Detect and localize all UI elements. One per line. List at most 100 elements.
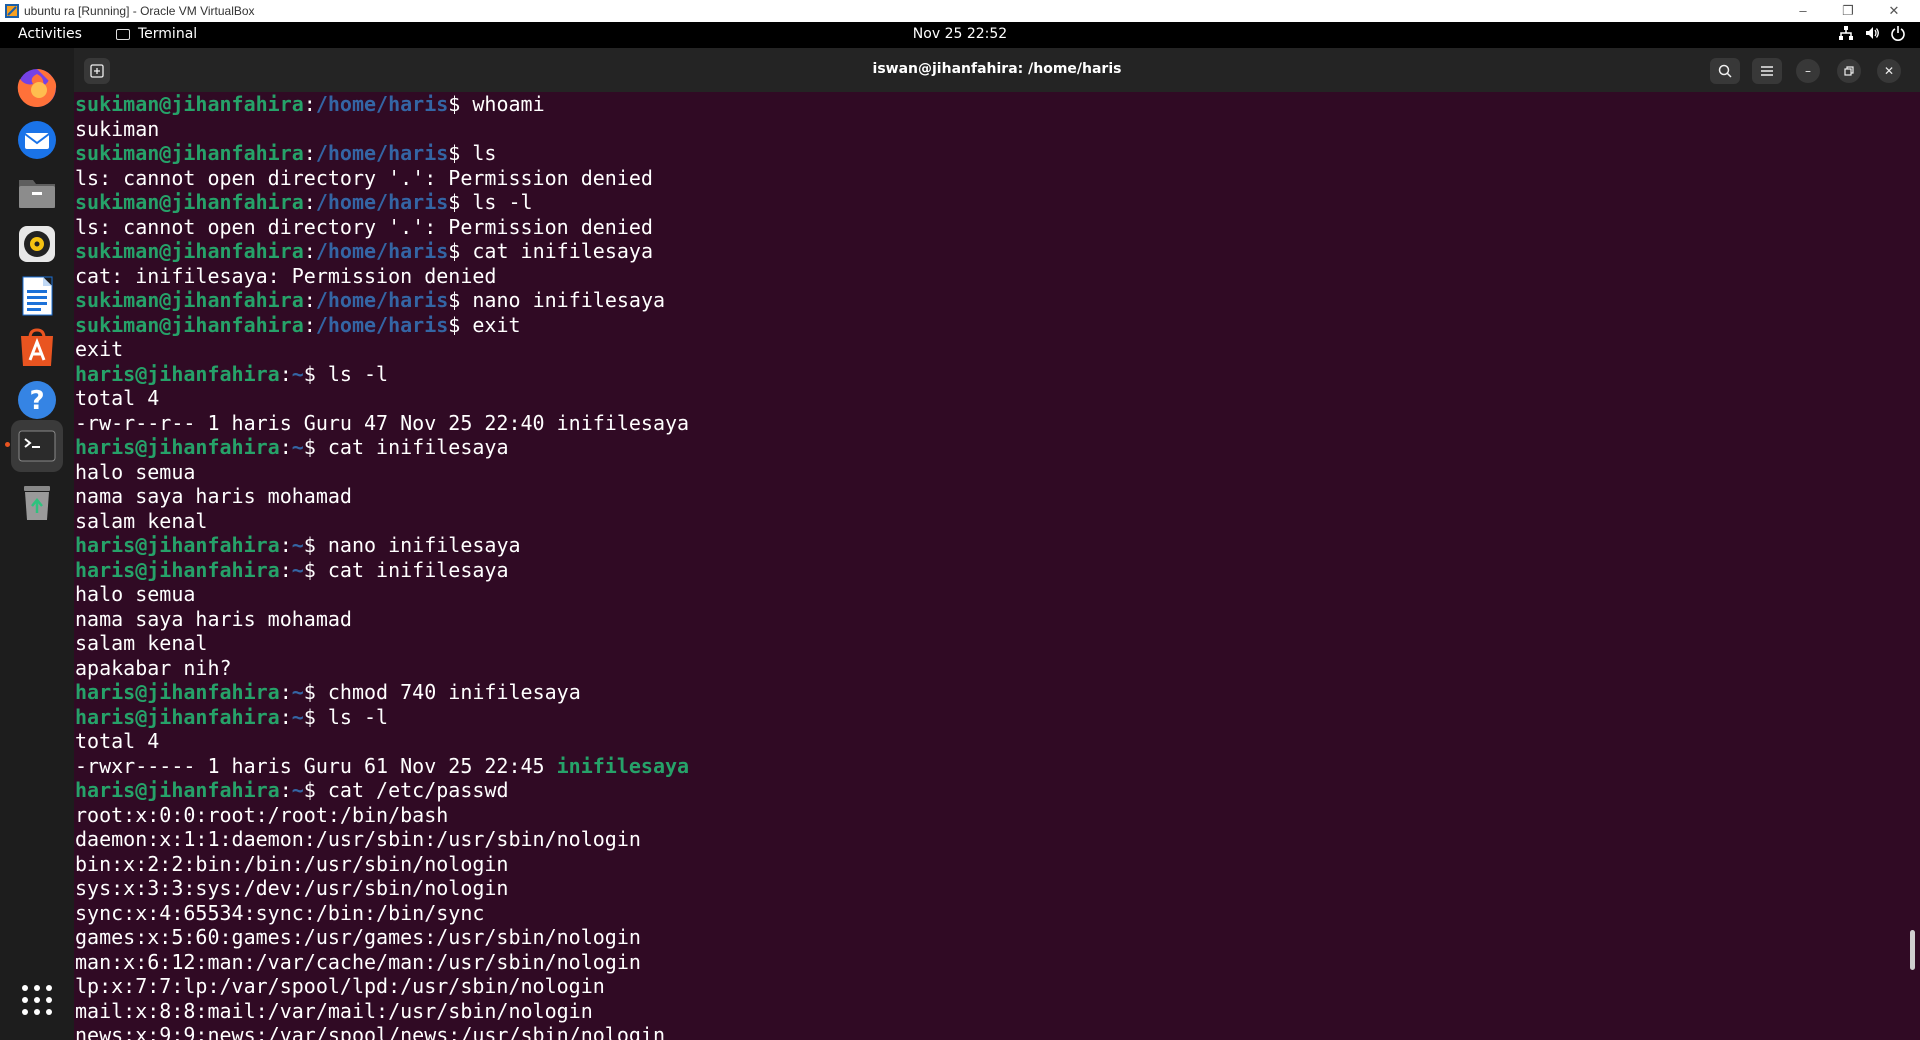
prompt-command: $ cat inifilesaya (448, 239, 653, 263)
prompt-path: ~ (291, 704, 304, 729)
output-text: mail:x:8:8:mail:/var/mail:/usr/sbin/nolo… (75, 998, 593, 1023)
prompt-line: sukiman@jihanfahira:/home/haris$ nano in… (75, 288, 689, 313)
prompt-path: /home/haris (315, 92, 449, 116)
minimize-button[interactable]: – (1796, 59, 1820, 83)
prompt-command: $ exit (448, 312, 521, 337)
prompt-path: ~ (291, 435, 304, 459)
prompt-command: $ nano inifilesaya (303, 533, 521, 557)
dock: ? (0, 48, 74, 1040)
prompt-path: /home/haris (315, 312, 449, 337)
output-text: salam kenal (75, 508, 208, 533)
prompt-command: $ chmod 740 inifilesaya (303, 680, 581, 704)
output-line: man:x:6:12:man:/var/cache/man:/usr/sbin/… (75, 950, 689, 975)
output-line: halo semua (75, 460, 689, 485)
prompt-path: /home/haris (315, 288, 449, 312)
prompt-separator: : (279, 435, 292, 459)
close-button[interactable]: ✕ (1877, 59, 1901, 83)
volume-icon (1866, 27, 1879, 39)
output-text: exit (75, 337, 124, 361)
running-indicator (5, 442, 10, 447)
new-tab-icon (90, 64, 104, 78)
dock-firefox[interactable] (11, 62, 63, 114)
svg-text:?: ? (29, 386, 44, 416)
output-line: total 4 (75, 386, 689, 411)
app-grid-icon (22, 985, 52, 1015)
prompt-separator: : (279, 680, 292, 704)
output-text: root:x:0:0:root:/root:/bin/bash (75, 802, 449, 827)
prompt-line: haris@jihanfahira:~$ cat /etc/passwd (75, 778, 689, 803)
output-line: -rwxr----- 1 haris Guru 61 Nov 25 22:45 … (75, 754, 689, 779)
terminal-scrollbar[interactable] (1910, 930, 1915, 970)
prompt-separator: : (279, 533, 292, 557)
clock[interactable]: Nov 25 22:52 (913, 26, 1007, 42)
search-icon (1718, 64, 1732, 78)
output-text: halo semua (75, 459, 196, 484)
output-line: root:x:0:0:root:/root:/bin/bash (75, 803, 689, 828)
dock-rhythmbox[interactable] (11, 218, 63, 270)
prompt-line: sukiman@jihanfahira:/home/haris$ cat ini… (75, 239, 689, 264)
dock-show-apps[interactable] (11, 974, 63, 1026)
menu-button[interactable] (1752, 58, 1782, 84)
prompt-user: sukiman@jihanfahira (75, 312, 304, 337)
thunderbird-icon (18, 121, 56, 159)
maximize-button[interactable] (1837, 59, 1861, 83)
app-menu-button[interactable]: Terminal (116, 26, 197, 42)
prompt-line: sukiman@jihanfahira:/home/haris$ exit (75, 313, 689, 338)
close-icon[interactable]: ✕ (1874, 0, 1914, 22)
terminal-output[interactable]: sukiman@jihanfahira:/home/haris$ whoami s… (74, 92, 1920, 1040)
dock-files[interactable] (11, 166, 63, 218)
prompt-user: sukiman@jihanfahira (75, 288, 304, 312)
output-text: cat: inifilesaya: Permission denied (75, 263, 497, 288)
output-line: news:x:9:9:news:/var/spool/news:/usr/sbi… (75, 1023, 689, 1040)
dock-app-center[interactable] (11, 322, 63, 374)
output-text: ls: cannot open directory '.': Permissio… (75, 165, 653, 190)
prompt-command: $ nano inifilesaya (448, 288, 666, 312)
prompt-line: haris@jihanfahira:~$ nano inifilesaya (75, 533, 689, 558)
prompt-user: sukiman@jihanfahira (75, 92, 304, 116)
dock-thunderbird[interactable] (11, 114, 63, 166)
output-line: apakabar nih? (75, 656, 689, 681)
output-text: salam kenal (75, 631, 208, 655)
restore-icon[interactable]: ❐ (1828, 0, 1868, 22)
system-tray[interactable] (1838, 25, 1906, 41)
hamburger-menu-icon (1761, 66, 1773, 76)
dock-trash[interactable] (11, 476, 63, 528)
dock-help[interactable]: ? (11, 374, 63, 426)
trash-icon (24, 486, 50, 520)
prompt-line: haris@jihanfahira:~$ ls -l (75, 362, 689, 387)
minimize-icon: – (1805, 64, 1811, 78)
output-line: salam kenal (75, 509, 689, 534)
output-line: bin:x:2:2:bin:/bin:/usr/sbin/nologin (75, 852, 689, 877)
output-text: halo semua (75, 582, 196, 606)
output-line: ls: cannot open directory '.': Permissio… (75, 166, 689, 191)
prompt-path: ~ (291, 557, 304, 582)
prompt-user: haris@jihanfahira (75, 704, 280, 729)
network-icon (1839, 26, 1853, 40)
dock-terminal[interactable] (11, 420, 63, 472)
output-text: games:x:5:60:games:/usr/games:/usr/sbin/… (75, 925, 641, 949)
output-line: ls: cannot open directory '.': Permissio… (75, 215, 689, 240)
prompt-command: $ ls -l (303, 361, 389, 386)
output-text: lp:x:7:7:lp:/var/spool/lpd:/usr/sbin/nol… (75, 974, 605, 998)
prompt-separator: : (279, 557, 292, 582)
prompt-command: $ ls -l (448, 190, 533, 214)
activities-button[interactable]: Activities (18, 26, 82, 42)
prompt-line: haris@jihanfahira:~$ cat inifilesaya (75, 558, 689, 583)
restore-icon (1844, 66, 1854, 76)
prompt-path: ~ (291, 680, 304, 704)
output-line: nama saya haris mohamad (75, 484, 689, 509)
prompt-separator: : (303, 190, 316, 214)
prompt-separator: : (303, 288, 316, 312)
output-text: sukiman (75, 116, 160, 141)
executable-filename: inifilesaya (556, 753, 690, 778)
prompt-path: /home/haris (315, 239, 449, 263)
firefox-icon (17, 69, 57, 107)
dock-libreoffice-writer[interactable] (11, 270, 63, 322)
minimize-icon[interactable]: – (1783, 0, 1823, 22)
output-text: bin:x:2:2:bin:/bin:/usr/sbin/nologin (75, 851, 509, 876)
prompt-command: $ cat inifilesaya (303, 435, 509, 459)
host-window-title: ubuntu ra [Running] - Oracle VM VirtualB… (24, 4, 255, 18)
search-button[interactable] (1710, 58, 1740, 84)
output-line: total 4 (75, 729, 689, 754)
new-tab-button[interactable] (84, 58, 110, 84)
